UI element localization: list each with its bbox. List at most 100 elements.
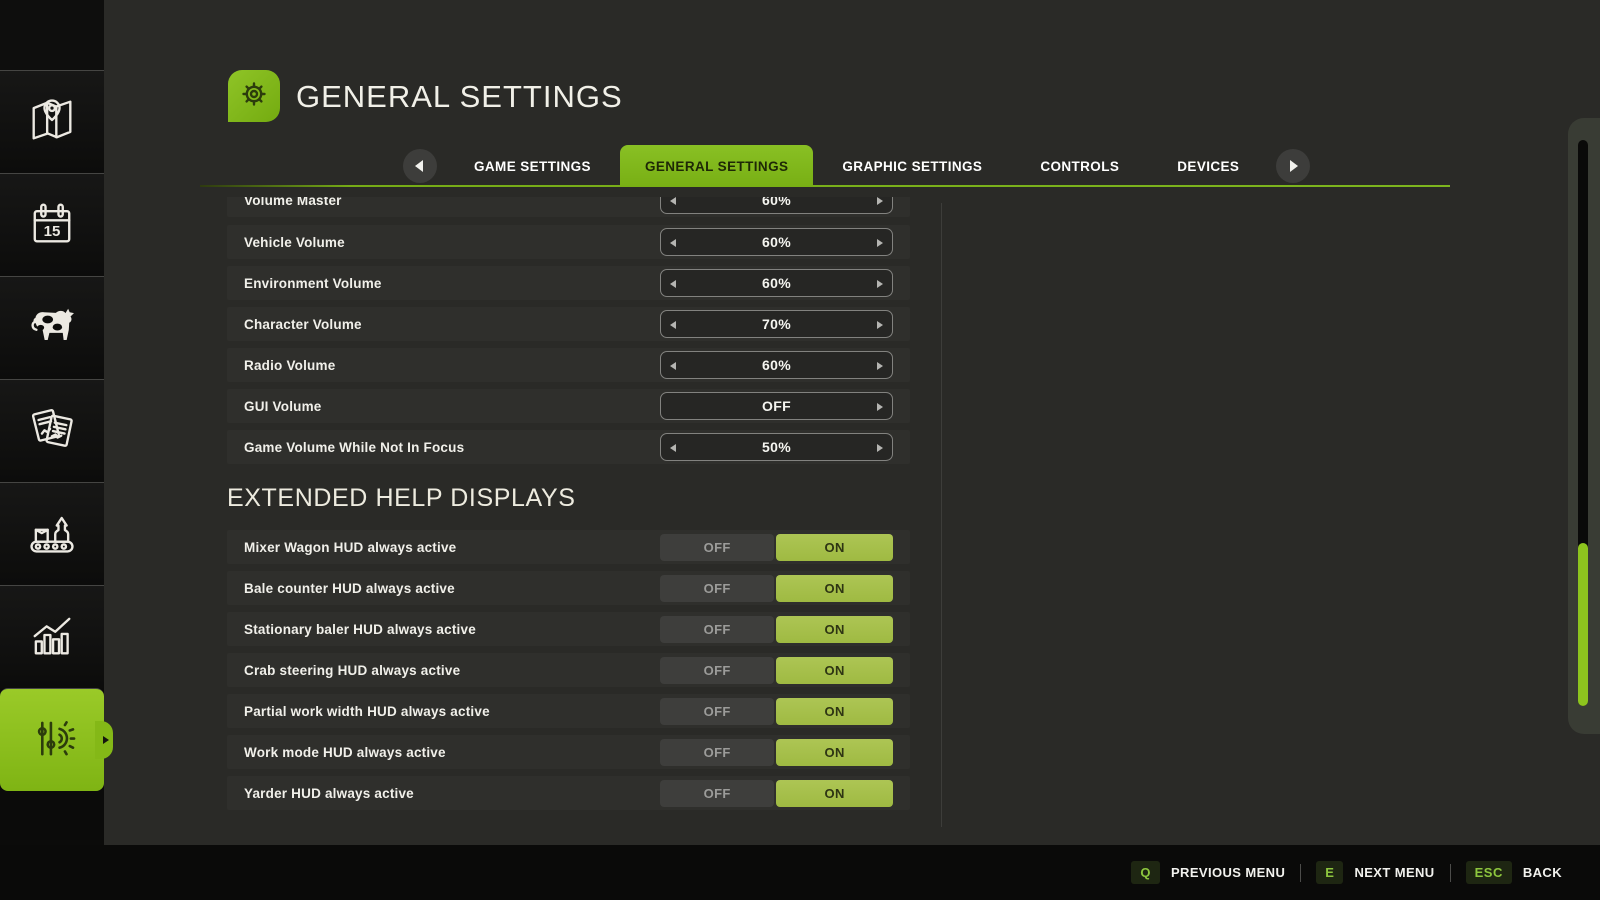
volume-master-stepper[interactable]: 60% [660, 197, 893, 214]
stepper-value: 50% [762, 439, 791, 455]
bar-chart-icon [24, 607, 80, 668]
toggle-on-button[interactable]: ON [776, 534, 893, 561]
setting-row-radio-volume: Radio Volume 60% [227, 348, 910, 382]
mixer-wagon-hud-toggle: OFF ON [660, 534, 893, 561]
tab-controls[interactable]: CONTROLS [1011, 145, 1148, 187]
setting-label: Radio Volume [227, 358, 660, 373]
setting-row-partial-work-width-hud: Partial work width HUD always active OFF… [227, 694, 910, 728]
sidebar-item-settings[interactable] [0, 688, 104, 791]
shortcut-previous-menu[interactable]: Q PREVIOUS MENU [1131, 861, 1285, 884]
vehicle-volume-stepper[interactable]: 60% [660, 228, 893, 256]
sidebar-item-statistics[interactable] [0, 585, 104, 688]
setting-row-crab-steering-hud: Crab steering HUD always active OFF ON [227, 653, 910, 687]
stepper-increase-icon[interactable] [877, 444, 883, 452]
toggle-on-button[interactable]: ON [776, 616, 893, 643]
tabs-next-button[interactable] [1276, 149, 1310, 183]
footer-separator [1450, 864, 1451, 882]
calendar-icon: 15 [24, 195, 80, 256]
settings-sliders-gear-icon [24, 710, 80, 771]
setting-row-work-mode-hud: Work mode HUD always active OFF ON [227, 735, 910, 769]
tabs-previous-button[interactable] [403, 149, 437, 183]
stepper-increase-icon[interactable] [877, 403, 883, 411]
setting-row-vehicle-volume: Vehicle Volume 60% [227, 225, 910, 259]
stepper-decrease-icon[interactable] [670, 197, 676, 205]
shortcut-back[interactable]: ESC BACK [1466, 861, 1562, 884]
production-icon [24, 504, 80, 565]
stepper-decrease-icon[interactable] [670, 444, 676, 452]
gui-volume-stepper[interactable]: OFF [660, 392, 893, 420]
calendar-day-number: 15 [44, 222, 61, 239]
sidebar-item-map[interactable] [0, 70, 104, 173]
toggle-off-button[interactable]: OFF [660, 534, 774, 561]
setting-row-stationary-baler-hud: Stationary baler HUD always active OFF O… [227, 612, 910, 646]
stepper-value: 60% [762, 357, 791, 373]
active-tab-arrow-icon [103, 736, 109, 744]
stepper-increase-icon[interactable] [877, 321, 883, 329]
toggle-off-button[interactable]: OFF [660, 739, 774, 766]
tabbar: GAME SETTINGS GENERAL SETTINGS GRAPHIC S… [395, 145, 1318, 187]
stepper-decrease-icon[interactable] [670, 362, 676, 370]
toggle-off-button[interactable]: OFF [660, 616, 774, 643]
partial-work-width-hud-toggle: OFF ON [660, 698, 893, 725]
crab-steering-hud-toggle: OFF ON [660, 657, 893, 684]
scrollbar-track[interactable] [1578, 140, 1588, 706]
tab-graphic-settings[interactable]: GRAPHIC SETTINGS [813, 145, 1011, 187]
stepper-value: 60% [762, 197, 791, 208]
footer-separator [1300, 864, 1301, 882]
tab-game-settings[interactable]: GAME SETTINGS [445, 145, 620, 187]
setting-label: Work mode HUD always active [227, 745, 660, 760]
key-q-badge: Q [1131, 861, 1160, 884]
toggle-on-button[interactable]: ON [776, 780, 893, 807]
sidebar-item-animals[interactable] [0, 276, 104, 379]
setting-label: GUI Volume [227, 399, 660, 414]
shortcut-next-menu[interactable]: E NEXT MENU [1316, 861, 1434, 884]
radio-volume-stepper[interactable]: 60% [660, 351, 893, 379]
setting-label: Mixer Wagon HUD always active [227, 540, 660, 555]
setting-label: Stationary baler HUD always active [227, 622, 660, 637]
setting-row: Volume Master 60% [227, 197, 910, 217]
section-heading: EXTENDED HELP DISPLAYS [227, 484, 910, 513]
toggle-off-button[interactable]: OFF [660, 698, 774, 725]
gear-icon [234, 74, 274, 119]
sidebar: 15 [0, 0, 104, 845]
footer-bar: Q PREVIOUS MENU E NEXT MENU ESC BACK [0, 845, 1600, 900]
toggle-on-button[interactable]: ON [776, 657, 893, 684]
stepper-increase-icon[interactable] [877, 239, 883, 247]
settings-list: Volume Master 60% Vehicle Volume 60% Env… [227, 197, 910, 817]
stepper-value: 60% [762, 275, 791, 291]
sidebar-item-calendar[interactable]: 15 [0, 173, 104, 276]
sidebar-item-contracts[interactable] [0, 379, 104, 482]
map-icon [24, 92, 80, 153]
screen: 15 [0, 0, 1600, 900]
game-volume-not-in-focus-stepper[interactable]: 50% [660, 433, 893, 461]
character-volume-stepper[interactable]: 70% [660, 310, 893, 338]
tab-devices[interactable]: DEVICES [1148, 145, 1268, 187]
stepper-decrease-icon[interactable] [670, 239, 676, 247]
stepper-increase-icon[interactable] [877, 280, 883, 288]
stepper-decrease-icon[interactable] [670, 280, 676, 288]
toggle-on-button[interactable]: ON [776, 739, 893, 766]
content-divider [941, 203, 942, 827]
setting-label: Yarder HUD always active [227, 786, 660, 801]
toggle-on-button[interactable]: ON [776, 575, 893, 602]
work-mode-hud-toggle: OFF ON [660, 739, 893, 766]
stepper-increase-icon[interactable] [877, 362, 883, 370]
toggle-off-button[interactable]: OFF [660, 657, 774, 684]
scrollbar-thumb[interactable] [1578, 543, 1588, 706]
scrollbar[interactable] [1568, 118, 1600, 734]
stepper-value: 60% [762, 234, 791, 250]
toggle-off-button[interactable]: OFF [660, 575, 774, 602]
environment-volume-stepper[interactable]: 60% [660, 269, 893, 297]
key-e-badge: E [1316, 861, 1343, 884]
setting-row-gui-volume: GUI Volume OFF [227, 389, 910, 423]
cow-icon [24, 298, 80, 359]
stepper-value: OFF [762, 398, 791, 414]
sidebar-item-blank [0, 0, 104, 70]
sidebar-item-production[interactable] [0, 482, 104, 585]
setting-label: Volume Master [227, 197, 660, 208]
toggle-on-button[interactable]: ON [776, 698, 893, 725]
toggle-off-button[interactable]: OFF [660, 780, 774, 807]
stepper-decrease-icon[interactable] [670, 321, 676, 329]
tab-general-settings[interactable]: GENERAL SETTINGS [620, 145, 813, 187]
stepper-increase-icon[interactable] [877, 197, 883, 205]
